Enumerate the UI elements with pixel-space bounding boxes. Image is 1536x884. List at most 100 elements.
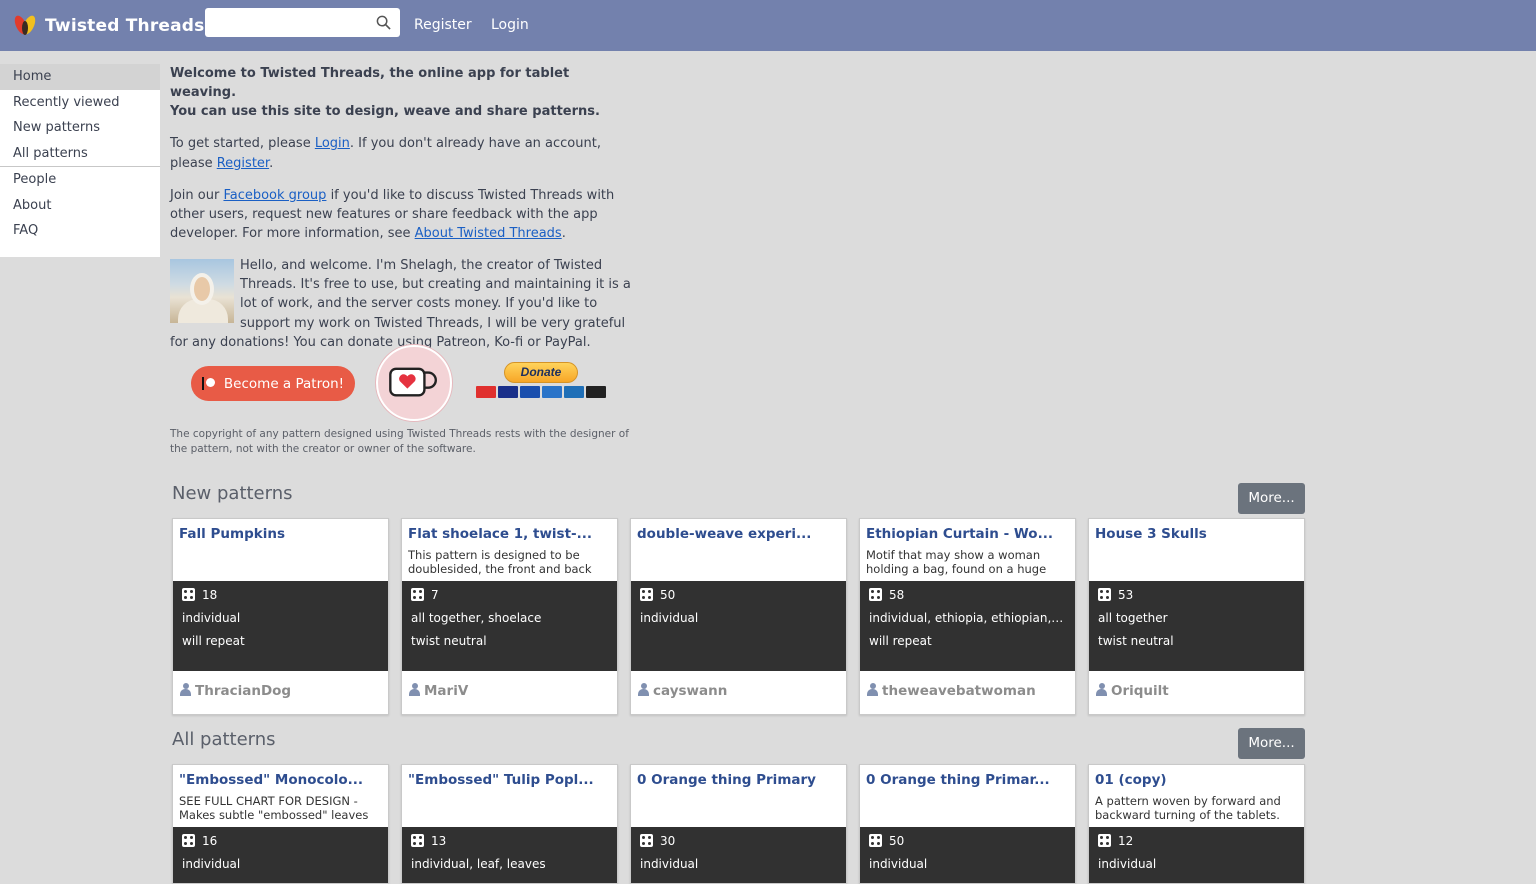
brand-link[interactable]: Twisted Threads [12, 0, 205, 51]
new-patterns-more-button[interactable]: More... [1238, 483, 1305, 514]
pattern-threading: twist neutral [1098, 634, 1174, 648]
tablet-icon [182, 588, 195, 601]
pattern-info-panel: 18 individual will repeat [173, 581, 388, 671]
kofi-button[interactable] [376, 345, 452, 421]
pattern-tags: individual [1098, 857, 1157, 871]
pattern-title[interactable]: Flat shoelace 1, twist-... [408, 526, 611, 542]
pattern-card[interactable]: Ethiopian Curtain - Wo... Motif that may … [859, 518, 1076, 715]
pattern-title[interactable]: "Embossed" Monocolo... [179, 772, 382, 788]
pattern-title[interactable]: Fall Pumpkins [179, 526, 382, 542]
register-link[interactable]: Register [414, 17, 472, 33]
app-name: Twisted Threads [45, 15, 205, 36]
pattern-threading [640, 634, 837, 657]
pattern-threading: will repeat [182, 634, 245, 648]
register-inline-link[interactable]: Register [217, 156, 269, 171]
welcome-line-1: Welcome to Twisted Threads, the online a… [170, 66, 570, 101]
user-icon [180, 683, 191, 696]
paypal-donate[interactable]: Donate [476, 362, 606, 402]
sidebar-item-new-patterns[interactable]: New patterns [0, 115, 160, 141]
welcome-heading: Welcome to Twisted Threads, the online a… [170, 64, 635, 122]
tablet-count-row: 50 [640, 588, 837, 611]
pattern-tags: individual [640, 611, 699, 625]
sidebar-item-people[interactable]: People [0, 167, 160, 193]
pattern-author[interactable]: theweavebatwoman [860, 671, 1075, 714]
pattern-info-panel: 58 individual, ethiopia, ethiopian, a... w… [860, 581, 1075, 671]
user-icon [638, 683, 649, 696]
pattern-card[interactable]: 0 Orange thing Primar... 50 individual [859, 764, 1076, 884]
pattern-tags: individual, leaf, leaves [411, 857, 546, 871]
user-icon [409, 683, 420, 696]
search-icon[interactable] [376, 15, 391, 30]
pattern-author[interactable]: cayswann [631, 671, 846, 714]
pattern-card-header: 0 Orange thing Primar... [860, 765, 1075, 827]
pattern-card[interactable]: "Embossed" Tulip Popl... 13 individual, le… [401, 764, 618, 884]
pattern-tags: individual [182, 611, 241, 625]
facebook-group-link[interactable]: Facebook group [223, 188, 326, 203]
pattern-description [637, 795, 840, 823]
sidebar-item-recently-viewed[interactable]: Recently viewed [0, 90, 160, 116]
tablet-icon [1098, 588, 1111, 601]
pattern-info-panel: 30 individual [631, 827, 846, 883]
pattern-threading: twist neutral [411, 634, 487, 648]
tablet-count-row: 30 [640, 834, 837, 857]
pattern-card[interactable]: double-weave experi... 50 individual cayswa… [630, 518, 847, 715]
pattern-title[interactable]: Ethiopian Curtain - Wo... [866, 526, 1069, 542]
pattern-author[interactable]: ThracianDog [173, 671, 388, 714]
pattern-card-header: Ethiopian Curtain - Wo... Motif that may … [860, 519, 1075, 581]
pattern-info-panel: 12 individual [1089, 827, 1304, 883]
sidebar-item-about[interactable]: About [0, 193, 160, 219]
pattern-info-panel: 50 individual [631, 581, 846, 671]
tablet-count: 12 [1118, 834, 1134, 848]
sidebar-item-all-patterns[interactable]: All patterns [0, 141, 160, 167]
kofi-cup-icon [389, 367, 437, 397]
pattern-description [866, 795, 1069, 823]
pattern-author[interactable]: MariV [402, 671, 617, 714]
welcome-line-2: You can use this site to design, weave a… [170, 104, 600, 120]
pattern-card[interactable]: House 3 Skulls 53 all together twist neutra… [1088, 518, 1305, 715]
pattern-author[interactable]: Oriquilt [1089, 671, 1304, 714]
sidebar-item-faq[interactable]: FAQ [0, 218, 160, 244]
join-suffix: . [561, 226, 566, 242]
paypal-donate-button[interactable]: Donate [504, 362, 578, 383]
join-prefix: Join our [170, 187, 224, 203]
pattern-card-header: House 3 Skulls [1089, 519, 1304, 581]
patron-button-label: Become a Patron! [223, 375, 345, 392]
all-patterns-more-button[interactable]: More... [1238, 728, 1305, 759]
pattern-card[interactable]: Flat shoelace 1, twist-... This pattern i… [401, 518, 618, 715]
search-box [205, 8, 400, 37]
pattern-description [408, 795, 611, 823]
pattern-description [637, 549, 840, 577]
login-inline-link[interactable]: Login [315, 136, 350, 151]
pattern-card[interactable]: 0 Orange thing Primary 30 individual [630, 764, 847, 884]
pattern-card[interactable]: 01 (copy) A pattern woven by forward and … [1088, 764, 1305, 884]
pattern-card[interactable]: "Embossed" Monocolo... SEE FULL CHART FOR… [172, 764, 389, 884]
pattern-title[interactable]: 01 (copy) [1095, 772, 1298, 788]
get-started-prefix: To get started, please [170, 136, 315, 152]
tablet-count: 58 [889, 588, 905, 602]
pattern-title[interactable]: 0 Orange thing Primar... [866, 772, 1069, 788]
payment-cards-icon [476, 386, 606, 400]
pattern-card-header: "Embossed" Monocolo... SEE FULL CHART FOR… [173, 765, 388, 827]
pattern-title[interactable]: double-weave experi... [637, 526, 840, 542]
search-input[interactable] [211, 8, 371, 37]
pattern-tags: individual, ethiopia, ethiopian, a... [869, 611, 1066, 625]
tablet-icon [869, 834, 882, 847]
pattern-description: SEE FULL CHART FOR DESIGN - Makes subtle… [179, 795, 369, 823]
pattern-card-header: "Embossed" Tulip Popl... [402, 765, 617, 827]
become-patron-button[interactable]: Become a Patron! [191, 366, 355, 401]
pattern-card[interactable]: Fall Pumpkins 18 individual will repeat Thra… [172, 518, 389, 715]
pattern-title[interactable]: "Embossed" Tulip Popl... [408, 772, 611, 788]
pattern-tags: individual [640, 857, 699, 871]
pattern-tags: individual [182, 857, 241, 871]
sidebar-menu: Home Recently viewed New patterns All pa… [0, 64, 160, 257]
sidebar-item-home[interactable]: Home [0, 64, 160, 90]
pattern-title[interactable]: House 3 Skulls [1095, 526, 1298, 542]
login-link[interactable]: Login [491, 17, 529, 33]
pattern-title[interactable]: 0 Orange thing Primary [637, 772, 840, 788]
author-name: cayswann [653, 683, 728, 699]
tablet-count-row: 18 [182, 588, 379, 611]
pattern-description: Motif that may show a woman holding a ba… [866, 549, 1047, 576]
pattern-card-header: Fall Pumpkins [173, 519, 388, 581]
about-twisted-threads-link[interactable]: About Twisted Threads [415, 226, 562, 241]
creator-welcome: Hello, and welcome. I'm Shelagh, the cre… [170, 256, 635, 352]
